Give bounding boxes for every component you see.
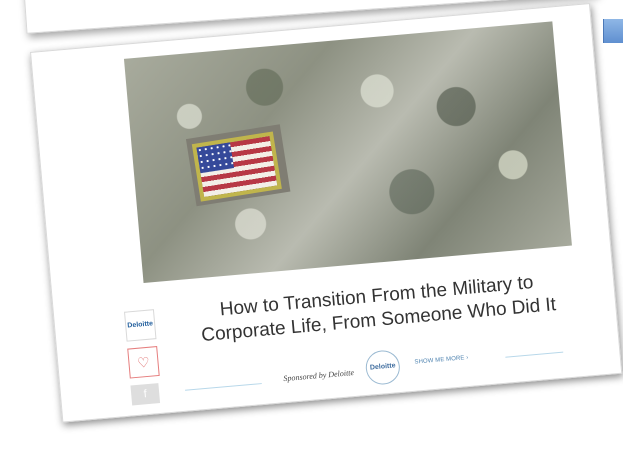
brand-logo-text: Deloitte: [127, 320, 154, 330]
facebook-icon[interactable]: f: [130, 383, 161, 406]
screenshot-stage: Deloitte ♡ f How to Transition From the …: [0, 0, 623, 456]
show-more-link[interactable]: SHOW ME MORE ›: [414, 355, 468, 366]
article-title[interactable]: How to Transition From the Military to C…: [196, 269, 559, 348]
arrow-icon: [603, 19, 623, 43]
sponsor-badge-text: Deloitte: [369, 362, 396, 372]
sponsor-badge[interactable]: Deloitte: [364, 349, 402, 386]
american-flag-icon: [191, 131, 282, 202]
heart-icon[interactable]: ♡: [127, 346, 160, 379]
article-card[interactable]: Deloitte ♡ f How to Transition From the …: [30, 3, 623, 423]
flag-canton: [196, 142, 235, 174]
heart-symbol: ♡: [136, 353, 151, 371]
deloitte-logo-icon[interactable]: Deloitte: [124, 309, 157, 342]
divider-left: [185, 383, 262, 391]
sponsored-label: Sponsored by Deloitte: [283, 368, 355, 384]
facebook-symbol: f: [143, 388, 148, 401]
divider-right: [505, 351, 564, 358]
